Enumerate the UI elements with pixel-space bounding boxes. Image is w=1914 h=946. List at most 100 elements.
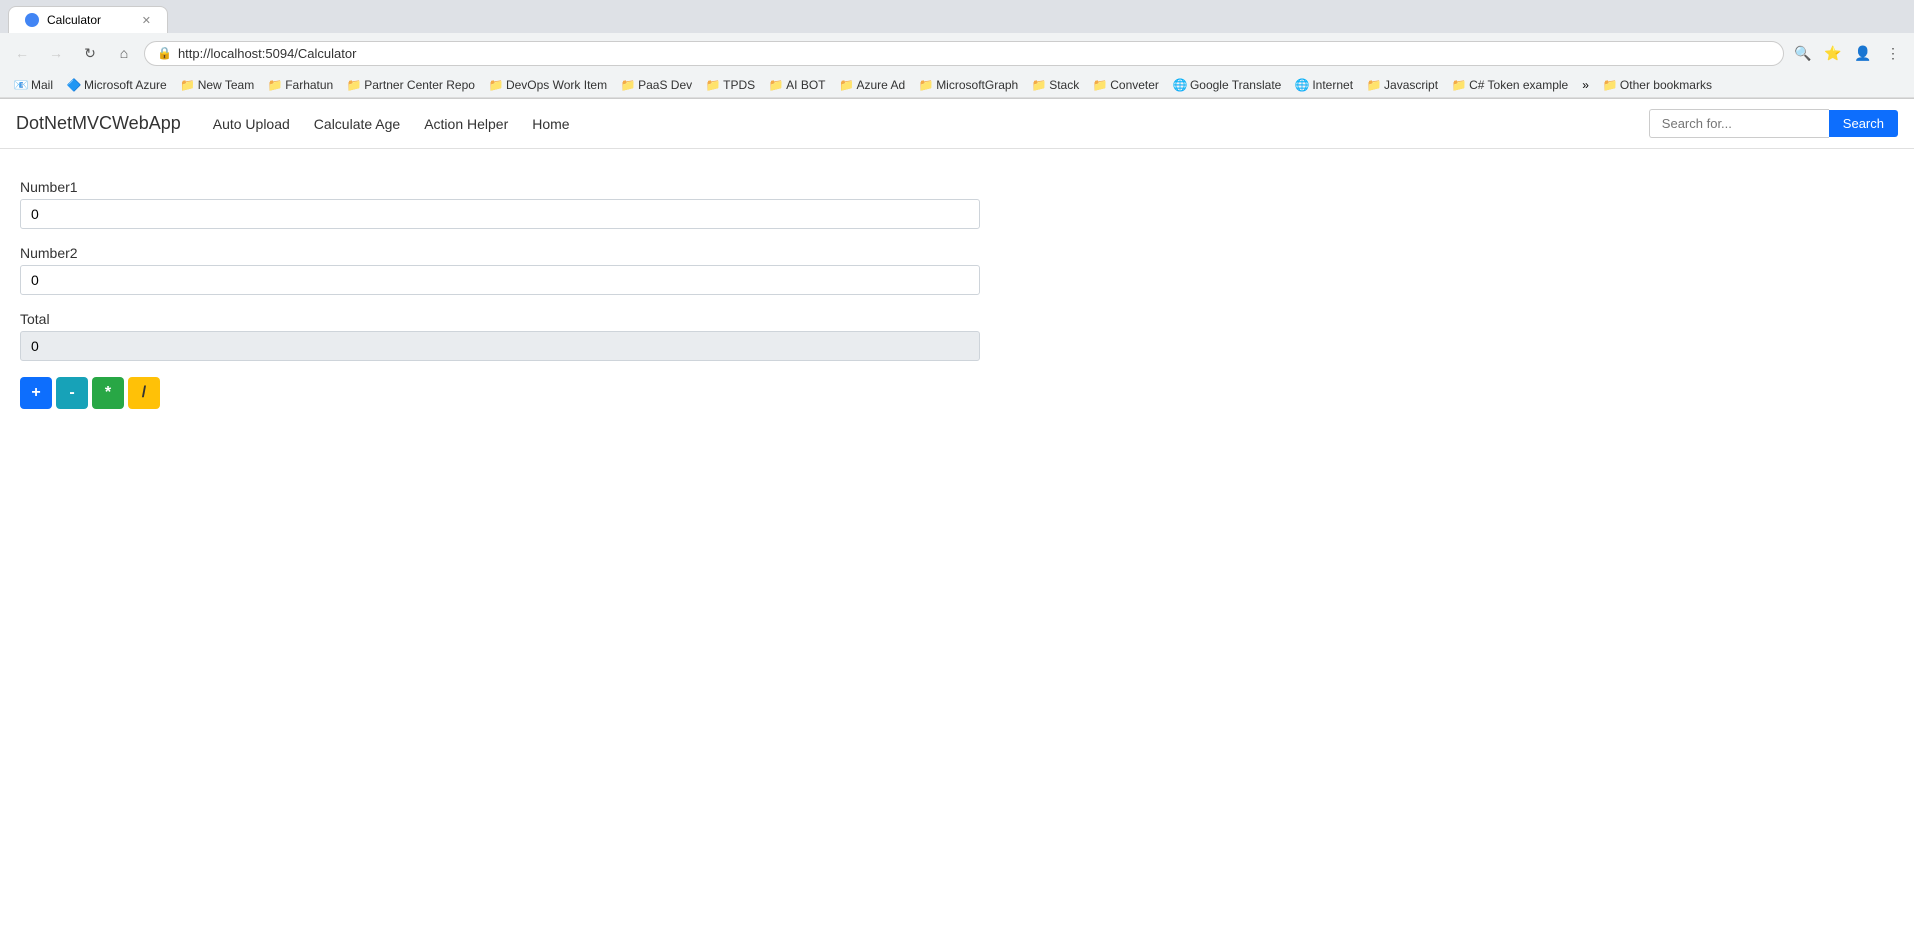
bookmark-azure-label: Microsoft Azure <box>84 78 167 92</box>
add-button[interactable]: + <box>20 377 52 409</box>
address-bar[interactable]: 🔒 <box>144 41 1784 66</box>
bookmark-paas-icon: 📁 <box>621 78 635 92</box>
calc-buttons: + - * / <box>20 377 940 409</box>
nav-auto-upload[interactable]: Auto Upload <box>201 102 302 146</box>
tab-bar: Calculator ✕ <box>0 0 1914 33</box>
forward-button[interactable]: → <box>42 39 70 67</box>
tab-close-button[interactable]: ✕ <box>142 14 151 27</box>
browser-toolbar: ← → ↻ ⌂ 🔒 🔍 ⭐ 👤 ⋮ <box>0 33 1914 73</box>
bookmark-other-icon: 📁 <box>1603 78 1617 92</box>
refresh-button[interactable]: ↻ <box>76 39 104 67</box>
bookmark-aibot[interactable]: 📁 AI BOT <box>763 76 831 94</box>
bookmark-aibot-label: AI BOT <box>786 78 825 92</box>
browser-chrome: Calculator ✕ ← → ↻ ⌂ 🔒 🔍 ⭐ 👤 ⋮ 📧 Mail 🔷 … <box>0 0 1914 99</box>
number2-input[interactable] <box>20 265 980 295</box>
active-tab[interactable]: Calculator ✕ <box>8 6 168 33</box>
bookmark-azure-icon: 🔷 <box>67 78 81 92</box>
nav-home[interactable]: Home <box>520 102 581 146</box>
bookmark-partner-icon: 📁 <box>347 78 361 92</box>
bookmark-partner-center[interactable]: 📁 Partner Center Repo <box>341 76 481 94</box>
bookmark-microsoft-azure[interactable]: 🔷 Microsoft Azure <box>61 76 173 94</box>
favorites-icon[interactable]: ⭐ <box>1820 40 1846 66</box>
total-input <box>20 331 980 361</box>
bookmark-devops-icon: 📁 <box>489 78 503 92</box>
search-button[interactable]: Search <box>1829 110 1898 137</box>
bookmark-paas[interactable]: 📁 PaaS Dev <box>615 76 698 94</box>
bookmark-partner-label: Partner Center Repo <box>364 78 475 92</box>
bookmark-gtranslate-icon: 🌐 <box>1173 78 1187 92</box>
search-input[interactable] <box>1649 109 1829 138</box>
bookmark-new-team[interactable]: 📁 New Team <box>175 76 260 94</box>
divide-button[interactable]: / <box>128 377 160 409</box>
app-brand[interactable]: DotNetMVCWebApp <box>16 99 181 148</box>
bookmark-internet-icon: 🌐 <box>1295 78 1309 92</box>
home-button[interactable]: ⌂ <box>110 39 138 67</box>
bookmark-paas-label: PaaS Dev <box>638 78 692 92</box>
nav-calculate-age[interactable]: Calculate Age <box>302 102 412 146</box>
tab-title: Calculator <box>47 13 101 27</box>
bookmark-azure-ad-icon: 📁 <box>839 78 853 92</box>
tab-favicon <box>25 13 39 27</box>
bookmark-farhatun-label: Farhatun <box>285 78 333 92</box>
bookmark-conveter-label: Conveter <box>1110 78 1159 92</box>
bookmark-csharp-icon: 📁 <box>1452 78 1466 92</box>
bookmark-devops[interactable]: 📁 DevOps Work Item <box>483 76 613 94</box>
bookmark-conveter-icon: 📁 <box>1093 78 1107 92</box>
lock-icon: 🔒 <box>157 46 172 60</box>
toolbar-icons: 🔍 ⭐ 👤 ⋮ <box>1790 40 1906 66</box>
bookmark-mail-icon: 📧 <box>14 78 28 92</box>
bookmark-stack-label: Stack <box>1049 78 1079 92</box>
bookmark-devops-label: DevOps Work Item <box>506 78 607 92</box>
bookmark-internet[interactable]: 🌐 Internet <box>1289 76 1359 94</box>
bookmarks-bar: 📧 Mail 🔷 Microsoft Azure 📁 New Team 📁 Fa… <box>0 73 1914 98</box>
bookmark-msgraph-label: MicrosoftGraph <box>936 78 1018 92</box>
bookmark-mail[interactable]: 📧 Mail <box>8 76 59 94</box>
number2-label: Number2 <box>20 245 940 261</box>
bookmark-js-icon: 📁 <box>1367 78 1381 92</box>
bookmark-conveter[interactable]: 📁 Conveter <box>1087 76 1165 94</box>
bookmark-internet-label: Internet <box>1312 78 1353 92</box>
bookmark-new-team-label: New Team <box>198 78 254 92</box>
bookmark-azure-ad-label: Azure Ad <box>856 78 905 92</box>
menu-icon[interactable]: ⋮ <box>1880 40 1906 66</box>
bookmark-other-label: Other bookmarks <box>1620 78 1712 92</box>
bookmark-tpds-icon: 📁 <box>706 78 720 92</box>
number1-group: Number1 <box>20 179 940 229</box>
bookmark-tpds-label: TPDS <box>723 78 755 92</box>
total-group: Total <box>20 311 940 361</box>
bookmark-new-team-icon: 📁 <box>181 78 195 92</box>
bookmark-tpds[interactable]: 📁 TPDS <box>700 76 761 94</box>
bookmark-azure-ad[interactable]: 📁 Azure Ad <box>833 76 911 94</box>
main-content: Number1 Number2 Total + - * / <box>0 149 960 439</box>
back-button[interactable]: ← <box>8 39 36 67</box>
bookmark-javascript[interactable]: 📁 Javascript <box>1361 76 1444 94</box>
bookmark-google-translate[interactable]: 🌐 Google Translate <box>1167 76 1287 94</box>
multiply-button[interactable]: * <box>92 377 124 409</box>
bookmark-stack[interactable]: 📁 Stack <box>1026 76 1085 94</box>
nav-search: Search <box>1649 109 1898 138</box>
nav-action-helper[interactable]: Action Helper <box>412 102 520 146</box>
url-input[interactable] <box>178 46 1771 61</box>
bookmark-farhatun-icon: 📁 <box>268 78 282 92</box>
nav-links: Auto Upload Calculate Age Action Helper … <box>201 102 582 146</box>
bookmark-gtranslate-label: Google Translate <box>1190 78 1281 92</box>
app-nav: DotNetMVCWebApp Auto Upload Calculate Ag… <box>0 99 1914 149</box>
bookmark-farhatun[interactable]: 📁 Farhatun <box>262 76 339 94</box>
bookmark-js-label: Javascript <box>1384 78 1438 92</box>
bookmark-stack-icon: 📁 <box>1032 78 1046 92</box>
bookmark-csharp-token[interactable]: 📁 C# Token example <box>1446 76 1574 94</box>
bookmark-msgraph-icon: 📁 <box>919 78 933 92</box>
bookmark-other[interactable]: 📁 Other bookmarks <box>1597 76 1718 94</box>
bookmark-aibot-icon: 📁 <box>769 78 783 92</box>
subtract-button[interactable]: - <box>56 377 88 409</box>
bookmark-csharp-label: C# Token example <box>1469 78 1568 92</box>
bookmark-microsoftgraph[interactable]: 📁 MicrosoftGraph <box>913 76 1024 94</box>
number2-group: Number2 <box>20 245 940 295</box>
bookmark-mail-label: Mail <box>31 78 53 92</box>
search-toolbar-icon[interactable]: 🔍 <box>1790 40 1816 66</box>
number1-label: Number1 <box>20 179 940 195</box>
profile-icon[interactable]: 👤 <box>1850 40 1876 66</box>
number1-input[interactable] <box>20 199 980 229</box>
more-bookmarks-button[interactable]: » <box>1576 76 1595 94</box>
total-label: Total <box>20 311 940 327</box>
